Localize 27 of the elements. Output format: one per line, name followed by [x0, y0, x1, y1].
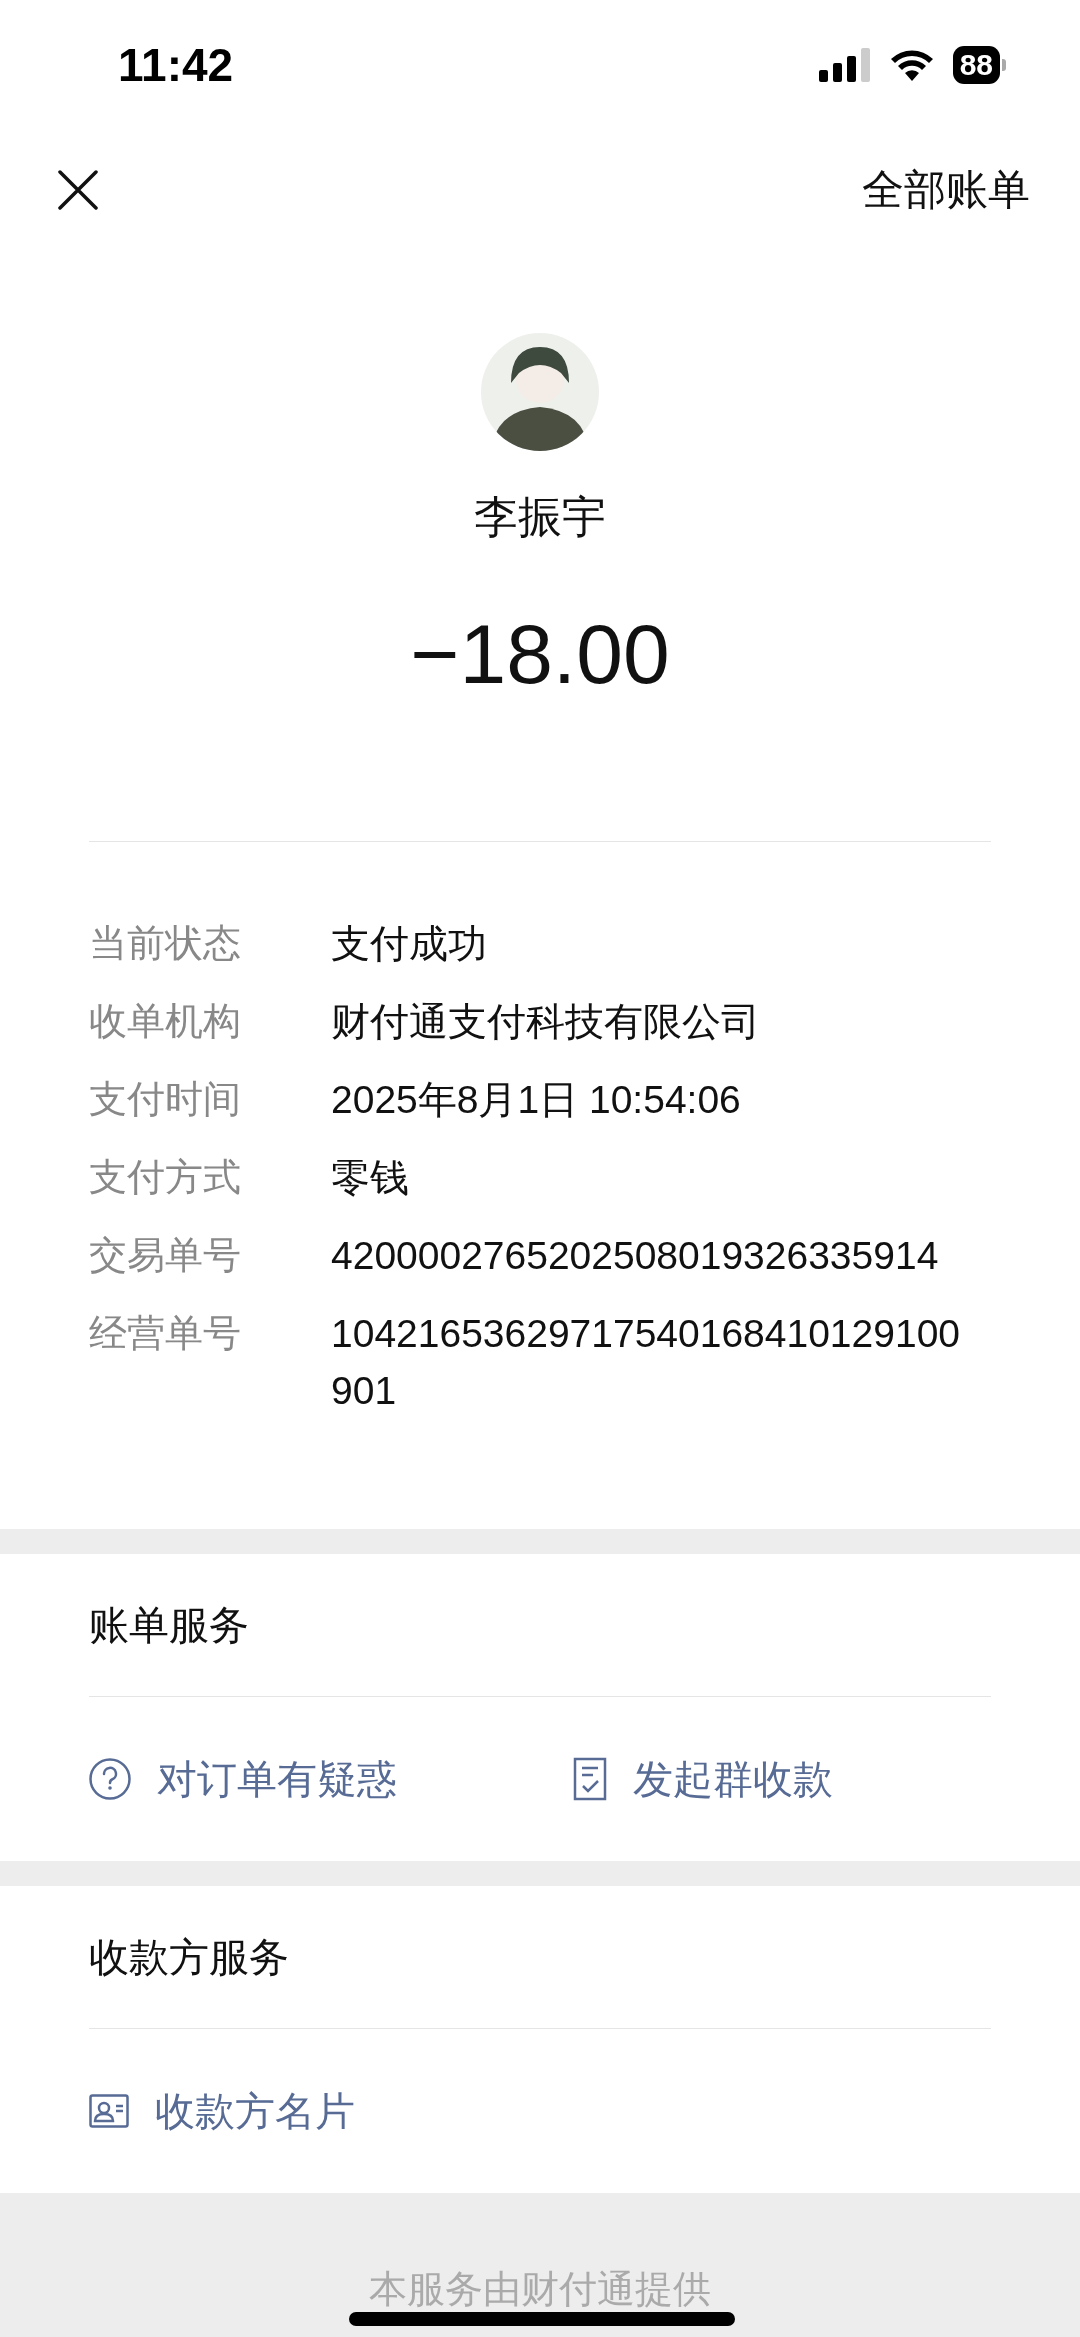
contact-card-icon [89, 2094, 129, 2128]
detail-value: 零钱 [331, 1155, 410, 1201]
section-title: 收款方服务 [89, 1934, 290, 1981]
service-link[interactable]: 发起群收款 [633, 1751, 833, 1807]
detail-value: 支付成功 [331, 921, 488, 967]
detail-value: 2025年8月1日 10:54:06 [331, 1077, 742, 1123]
detail-value: 财付通支付科技有限公司 [331, 999, 761, 1045]
detail-value: 4200002765202508019326335914 [331, 1233, 940, 1279]
payee-name: 李振宇 [474, 491, 606, 543]
detail-label: 交易单号 [89, 1233, 242, 1278]
signal-icon [818, 48, 871, 82]
detail-label: 当前状态 [89, 921, 242, 966]
detail-label: 支付时间 [89, 1077, 242, 1122]
section-title: 账单服务 [89, 1602, 250, 1649]
checklist-icon [573, 1757, 607, 1801]
clock: 11:42 [118, 38, 234, 92]
detail-label: 支付方式 [89, 1155, 242, 1200]
detail-label: 经营单号 [89, 1311, 242, 1356]
all-bills-link[interactable]: 全部账单 [862, 162, 1030, 218]
service-link[interactable]: 对订单有疑惑 [157, 1751, 397, 1807]
amount: −18.00 [410, 606, 670, 703]
detail-value: 10421653629717540168410129100901 [331, 1311, 961, 1414]
detail-label: 收单机构 [89, 999, 242, 1044]
help-icon [89, 1758, 131, 1800]
provider-note: 本服务由财付通提供 [369, 2267, 711, 2311]
close-icon[interactable] [58, 170, 98, 210]
service-link[interactable]: 收款方名片 [155, 2083, 355, 2139]
